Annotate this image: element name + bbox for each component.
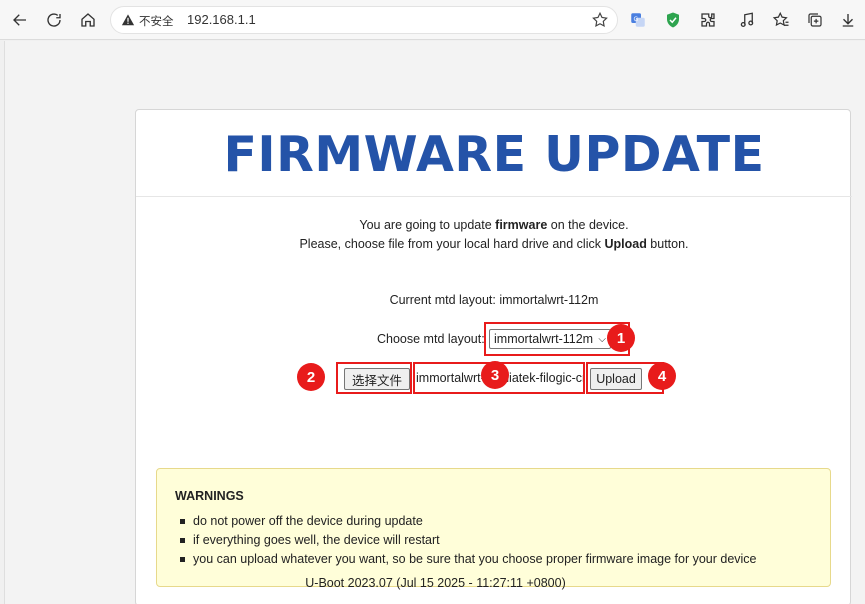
- annotation-box-2: [336, 362, 412, 394]
- firmware-card: FIRMWARE UPDATE You are going to update …: [135, 109, 852, 604]
- desc-text: on the device.: [547, 218, 629, 232]
- reload-icon: [47, 13, 61, 27]
- choose-layout-label: Choose mtd layout:: [377, 332, 485, 346]
- star-icon[interactable]: [591, 11, 609, 29]
- music-note-icon: [740, 12, 754, 28]
- warning-item: if everything goes well, the device will…: [175, 531, 812, 550]
- favorites-button[interactable]: [769, 8, 793, 32]
- translate-extension[interactable]: G: [626, 8, 650, 32]
- favorites-star-icon: [772, 11, 789, 27]
- warning-item: you can upload whatever you want, so be …: [175, 550, 812, 569]
- current-layout-text: Current mtd layout: immortalwrt-112m: [389, 293, 599, 307]
- desc-text: button.: [646, 237, 689, 251]
- puzzle-icon: [701, 13, 715, 27]
- reload-button[interactable]: [42, 8, 66, 32]
- annotation-badge-4: 4: [648, 362, 676, 390]
- desc-bold: firmware: [495, 218, 548, 232]
- footer-version: U-Boot 2023.07 (Jul 15 2025 - 11:27:11 +…: [305, 576, 566, 590]
- warning-triangle-icon: [121, 14, 135, 26]
- warnings-list: do not power off the device during updat…: [175, 512, 812, 569]
- desc-text: Please, choose file from your local hard…: [299, 237, 605, 251]
- media-button[interactable]: [735, 8, 759, 32]
- back-button[interactable]: [8, 8, 32, 32]
- downloads-button[interactable]: [836, 8, 860, 32]
- extensions-button[interactable]: [696, 8, 720, 32]
- desc-text: You are going to update: [359, 218, 496, 232]
- description-line-2: Please, choose file from your local hard…: [136, 235, 852, 254]
- url-text[interactable]: 192.168.1.1: [187, 12, 256, 27]
- translate-icon: G: [631, 13, 645, 27]
- warnings-box: WARNINGS do not power off the device dur…: [156, 468, 831, 587]
- description: You are going to update firmware on the …: [136, 216, 852, 254]
- arrow-left-icon: [13, 14, 26, 26]
- page-viewport: FIRMWARE UPDATE You are going to update …: [4, 41, 865, 604]
- page-title: FIRMWARE UPDATE: [223, 126, 765, 183]
- warnings-title: WARNINGS: [175, 489, 244, 503]
- browser-toolbar: 不安全 192.168.1.1 G: [0, 0, 865, 40]
- download-icon: [842, 14, 854, 27]
- annotation-badge-1: 1: [607, 324, 635, 352]
- security-label: 不安全: [139, 16, 174, 28]
- description-line-1: You are going to update firmware on the …: [136, 216, 852, 235]
- collections-button[interactable]: [803, 8, 827, 32]
- shield-icon: [667, 12, 679, 28]
- annotation-badge-2: 2: [297, 363, 325, 391]
- desc-bold: Upload: [604, 237, 647, 251]
- collections-icon: [808, 13, 822, 27]
- warning-item: do not power off the device during updat…: [175, 512, 812, 531]
- shield-extension[interactable]: [661, 8, 685, 32]
- divider: [136, 196, 852, 197]
- home-button[interactable]: [76, 8, 100, 32]
- svg-text:G: G: [634, 16, 639, 23]
- address-bar[interactable]: 不安全 192.168.1.1: [110, 6, 618, 34]
- annotation-badge-3: 3: [481, 361, 509, 389]
- home-icon: [81, 13, 95, 27]
